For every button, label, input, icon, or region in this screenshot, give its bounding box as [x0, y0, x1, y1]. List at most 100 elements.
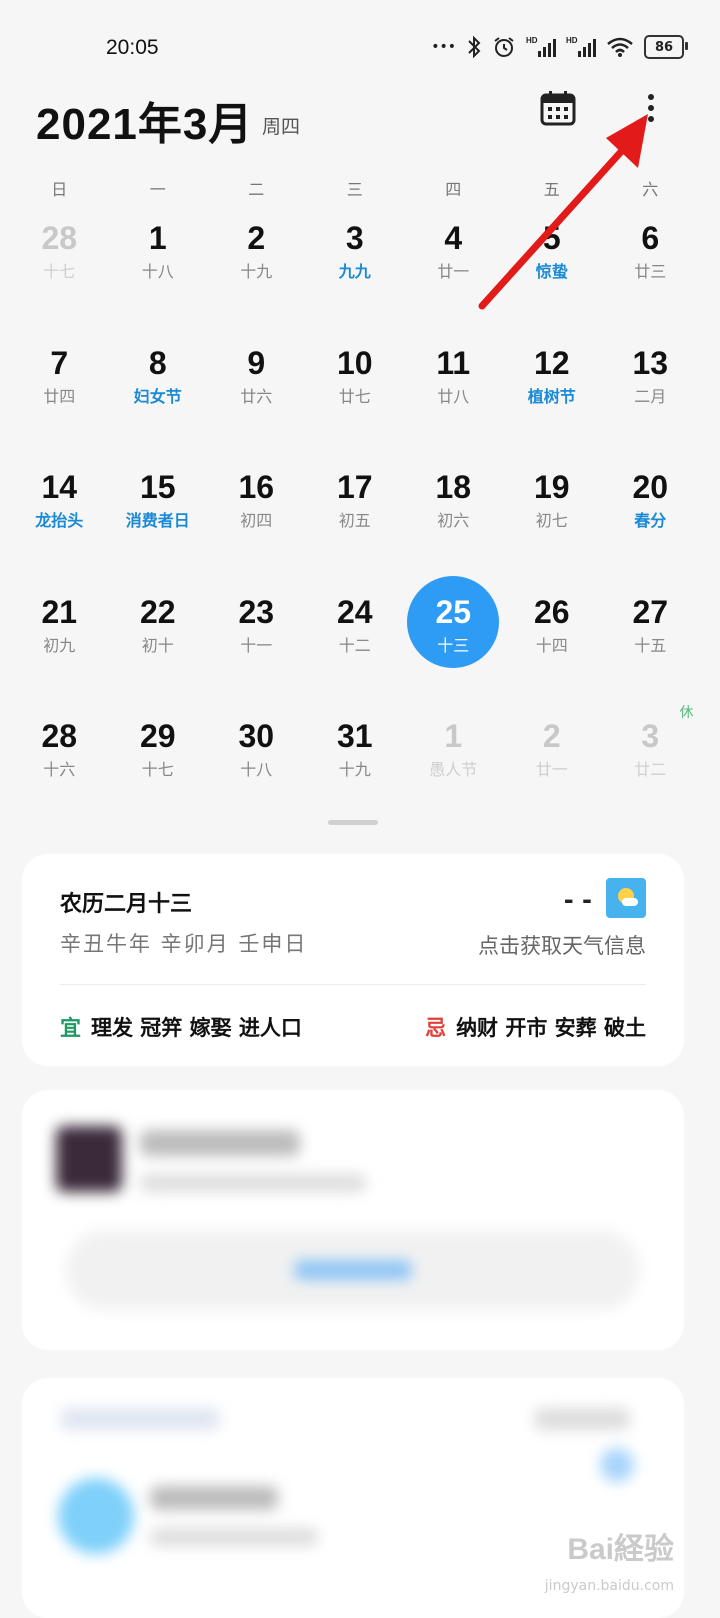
day-cell[interactable]: 1 愚人节	[404, 708, 503, 833]
day-number: 6	[641, 220, 660, 256]
day-cell[interactable]: 20 春分	[601, 459, 700, 584]
day-cell[interactable]: 10 廿七	[306, 335, 405, 460]
day-cell[interactable]: 11 廿八	[404, 335, 503, 460]
weekday-label: 六	[642, 180, 659, 199]
day-cell[interactable]: 24 十二	[306, 584, 405, 709]
day-cell[interactable]: 23 十一	[207, 584, 306, 709]
day-lunar-label: 春分	[634, 511, 667, 530]
day-lunar-label: 十三	[437, 635, 470, 655]
day-lunar-label: 龙抬头	[35, 511, 84, 530]
day-lunar-label: 消费者日	[125, 511, 190, 530]
more-notifications-icon: •••	[431, 39, 456, 55]
day-number: 30	[238, 718, 275, 754]
day-number: 23	[238, 593, 275, 630]
day-cell[interactable]: 22 初十	[109, 584, 208, 709]
day-cell[interactable]: 5 惊蛰	[503, 210, 602, 335]
day-number: 14	[41, 469, 78, 505]
day-cell[interactable]: 31 十九	[306, 708, 405, 833]
day-cell[interactable]: 8 妇女节	[109, 335, 208, 460]
day-cell[interactable]: 6 廿三	[601, 210, 700, 335]
day-number: 28	[41, 220, 78, 256]
day-cell[interactable]: 4 廿一	[404, 210, 503, 335]
day-lunar-label: 廿一	[535, 760, 568, 779]
weekday-label: 日	[51, 180, 68, 199]
day-cell[interactable]: 30 十八	[207, 708, 306, 833]
day-lunar-label: 十九	[338, 760, 371, 779]
day-lunar-label: 十七	[141, 760, 174, 779]
day-lunar-label: 十一	[240, 635, 273, 655]
day-lunar-label: 初五	[338, 511, 371, 530]
day-cell[interactable]: 29 十七	[109, 708, 208, 833]
day-lunar-label: 初四	[240, 511, 273, 530]
day-lunar-label: 十六	[43, 760, 76, 779]
day-cell[interactable]: 27 十五	[601, 584, 700, 709]
day-lunar-label: 植树节	[527, 386, 576, 406]
day-lunar-label: 廿四	[43, 386, 76, 406]
rest-day-badge: 休	[679, 705, 694, 721]
alarm-icon	[492, 33, 516, 61]
weekday-label: 二	[248, 180, 265, 199]
watermark-logo: Bai経验	[567, 1533, 674, 1566]
day-number: 31	[336, 718, 373, 754]
day-cell[interactable]: 28 十七	[10, 210, 109, 335]
day-number: 11	[436, 344, 471, 381]
day-number: 5	[542, 220, 561, 256]
day-cell[interactable]: 14 龙抬头	[10, 459, 109, 584]
drag-handle[interactable]	[328, 820, 378, 825]
day-number: 17	[336, 469, 373, 505]
day-lunar-label: 十七	[43, 262, 76, 281]
day-number: 2	[247, 220, 266, 256]
weekday-header: 日 一 二 三 四 五 六	[10, 176, 700, 200]
day-cell[interactable]: 15 消费者日	[109, 459, 208, 584]
day-cell[interactable]: 2 廿一	[503, 708, 602, 833]
day-lunar-label: 十九	[240, 262, 273, 281]
day-cell[interactable]: 13 二月	[601, 335, 700, 460]
day-lunar-label: 二月	[634, 386, 667, 406]
day-cell[interactable]: 28 十六	[10, 708, 109, 833]
day-cell-today[interactable]: 25 十三	[404, 575, 503, 709]
day-number: 28	[41, 718, 78, 754]
day-number: 1	[148, 220, 167, 256]
weather-icon[interactable]	[606, 878, 646, 918]
day-number: 18	[435, 469, 472, 505]
ji-label: 忌	[425, 1016, 447, 1040]
day-lunar-label: 廿二	[634, 760, 667, 779]
day-number: 19	[533, 469, 570, 505]
day-number: 27	[632, 593, 669, 630]
day-lunar-label: 廿一	[437, 262, 470, 281]
day-number: 1	[444, 718, 463, 754]
lunar-info-card[interactable]: 农历二月十三 辛丑牛年 辛卯月 壬申日 - - 点击获取天气信息 宜理发 冠笄 …	[22, 854, 684, 1066]
status-bar: 20:05 ••• HD HD 86	[0, 0, 720, 80]
day-number: 16	[238, 469, 275, 505]
weekday-label: 五	[543, 180, 560, 199]
day-cell[interactable]: 2 十九	[207, 210, 306, 335]
day-cell[interactable]: 9 廿六	[207, 335, 306, 460]
day-number: 4	[444, 220, 463, 256]
day-cell[interactable]: 18 初六	[404, 459, 503, 584]
weather-hint[interactable]: 点击获取天气信息	[478, 930, 646, 960]
day-lunar-label: 十二	[338, 635, 371, 655]
day-cell[interactable]: 16 初四	[207, 459, 306, 584]
day-cell[interactable]: 21 初九	[10, 584, 109, 709]
yi-row: 宜理发 冠笄 嫁娶 进人口	[60, 1012, 302, 1042]
day-cell[interactable]: 12 植树节	[503, 335, 602, 460]
day-lunar-label: 廿八	[437, 386, 470, 406]
more-icon[interactable]	[636, 88, 666, 128]
bluetooth-icon	[466, 33, 482, 61]
signal-hd-icon: HD	[526, 33, 556, 61]
calendar-icon[interactable]	[540, 90, 576, 126]
month-title[interactable]: 2021年3月	[36, 88, 253, 152]
day-cell[interactable]: 26 十四	[503, 584, 602, 709]
day-cell[interactable]: 17 初五	[306, 459, 405, 584]
lunar-date: 农历二月十三	[60, 892, 193, 917]
day-cell[interactable]: 1 十八	[109, 210, 208, 335]
day-number: 25	[435, 593, 472, 630]
day-cell[interactable]: 3 廿二休	[601, 705, 700, 833]
day-number: 15	[139, 469, 176, 505]
day-cell[interactable]: 3 九九	[306, 210, 405, 335]
svg-text:HD: HD	[566, 36, 578, 45]
day-cell[interactable]: 19 初七	[503, 459, 602, 584]
status-time: 20:05	[106, 36, 159, 59]
day-cell[interactable]: 7 廿四	[10, 335, 109, 460]
day-lunar-label: 初十	[141, 635, 174, 655]
